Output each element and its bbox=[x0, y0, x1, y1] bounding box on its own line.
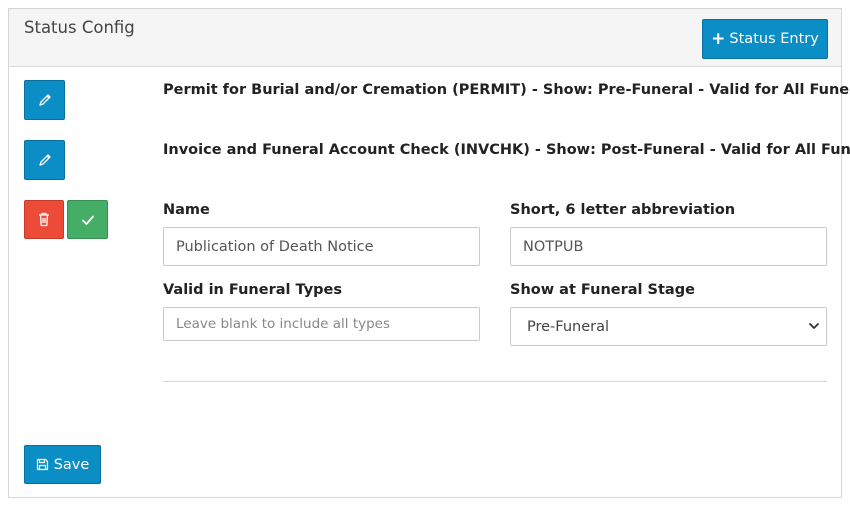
chevron-down-icon bbox=[808, 320, 820, 332]
funeral-types-input[interactable]: Leave blank to include all types bbox=[163, 307, 480, 341]
plus-icon: + bbox=[711, 29, 726, 49]
check-icon bbox=[81, 214, 95, 226]
panel-header: Status Config + Status Entry bbox=[9, 9, 841, 67]
add-status-entry-label: Status Entry bbox=[729, 31, 819, 47]
add-status-entry-button[interactable]: + Status Entry bbox=[702, 19, 828, 59]
funeral-stage-value: Pre-Funeral bbox=[527, 318, 610, 335]
name-label: Name bbox=[163, 202, 210, 218]
funeral-types-label: Valid in Funeral Types bbox=[163, 282, 343, 298]
funeral-stage-label: Show at Funeral Stage bbox=[510, 282, 695, 298]
name-input[interactable]: Publication of Death Notice bbox=[163, 227, 480, 266]
abbreviation-input[interactable]: NOTPUB bbox=[510, 227, 827, 266]
status-entry-text: Invoice and Funeral Account Check (INVCH… bbox=[163, 142, 850, 158]
save-button[interactable]: Save bbox=[24, 445, 101, 484]
edit-status-button[interactable] bbox=[24, 80, 65, 120]
form-divider bbox=[163, 381, 827, 382]
trash-icon bbox=[37, 212, 51, 227]
edit-status-button[interactable] bbox=[24, 140, 65, 180]
delete-status-button[interactable] bbox=[24, 200, 64, 239]
confirm-status-button[interactable] bbox=[67, 200, 108, 239]
save-label: Save bbox=[53, 456, 90, 473]
funeral-stage-select[interactable]: Pre-Funeral bbox=[510, 307, 827, 346]
floppy-disk-icon bbox=[36, 458, 49, 471]
status-entry-text: Permit for Burial and/or Cremation (PERM… bbox=[163, 82, 850, 98]
status-config-panel: Status Config + Status Entry Permit for … bbox=[8, 8, 850, 498]
pencil-icon bbox=[38, 153, 52, 167]
panel-title: Status Config bbox=[24, 18, 135, 37]
pencil-icon bbox=[38, 93, 52, 107]
abbreviation-label: Short, 6 letter abbreviation bbox=[510, 202, 736, 218]
